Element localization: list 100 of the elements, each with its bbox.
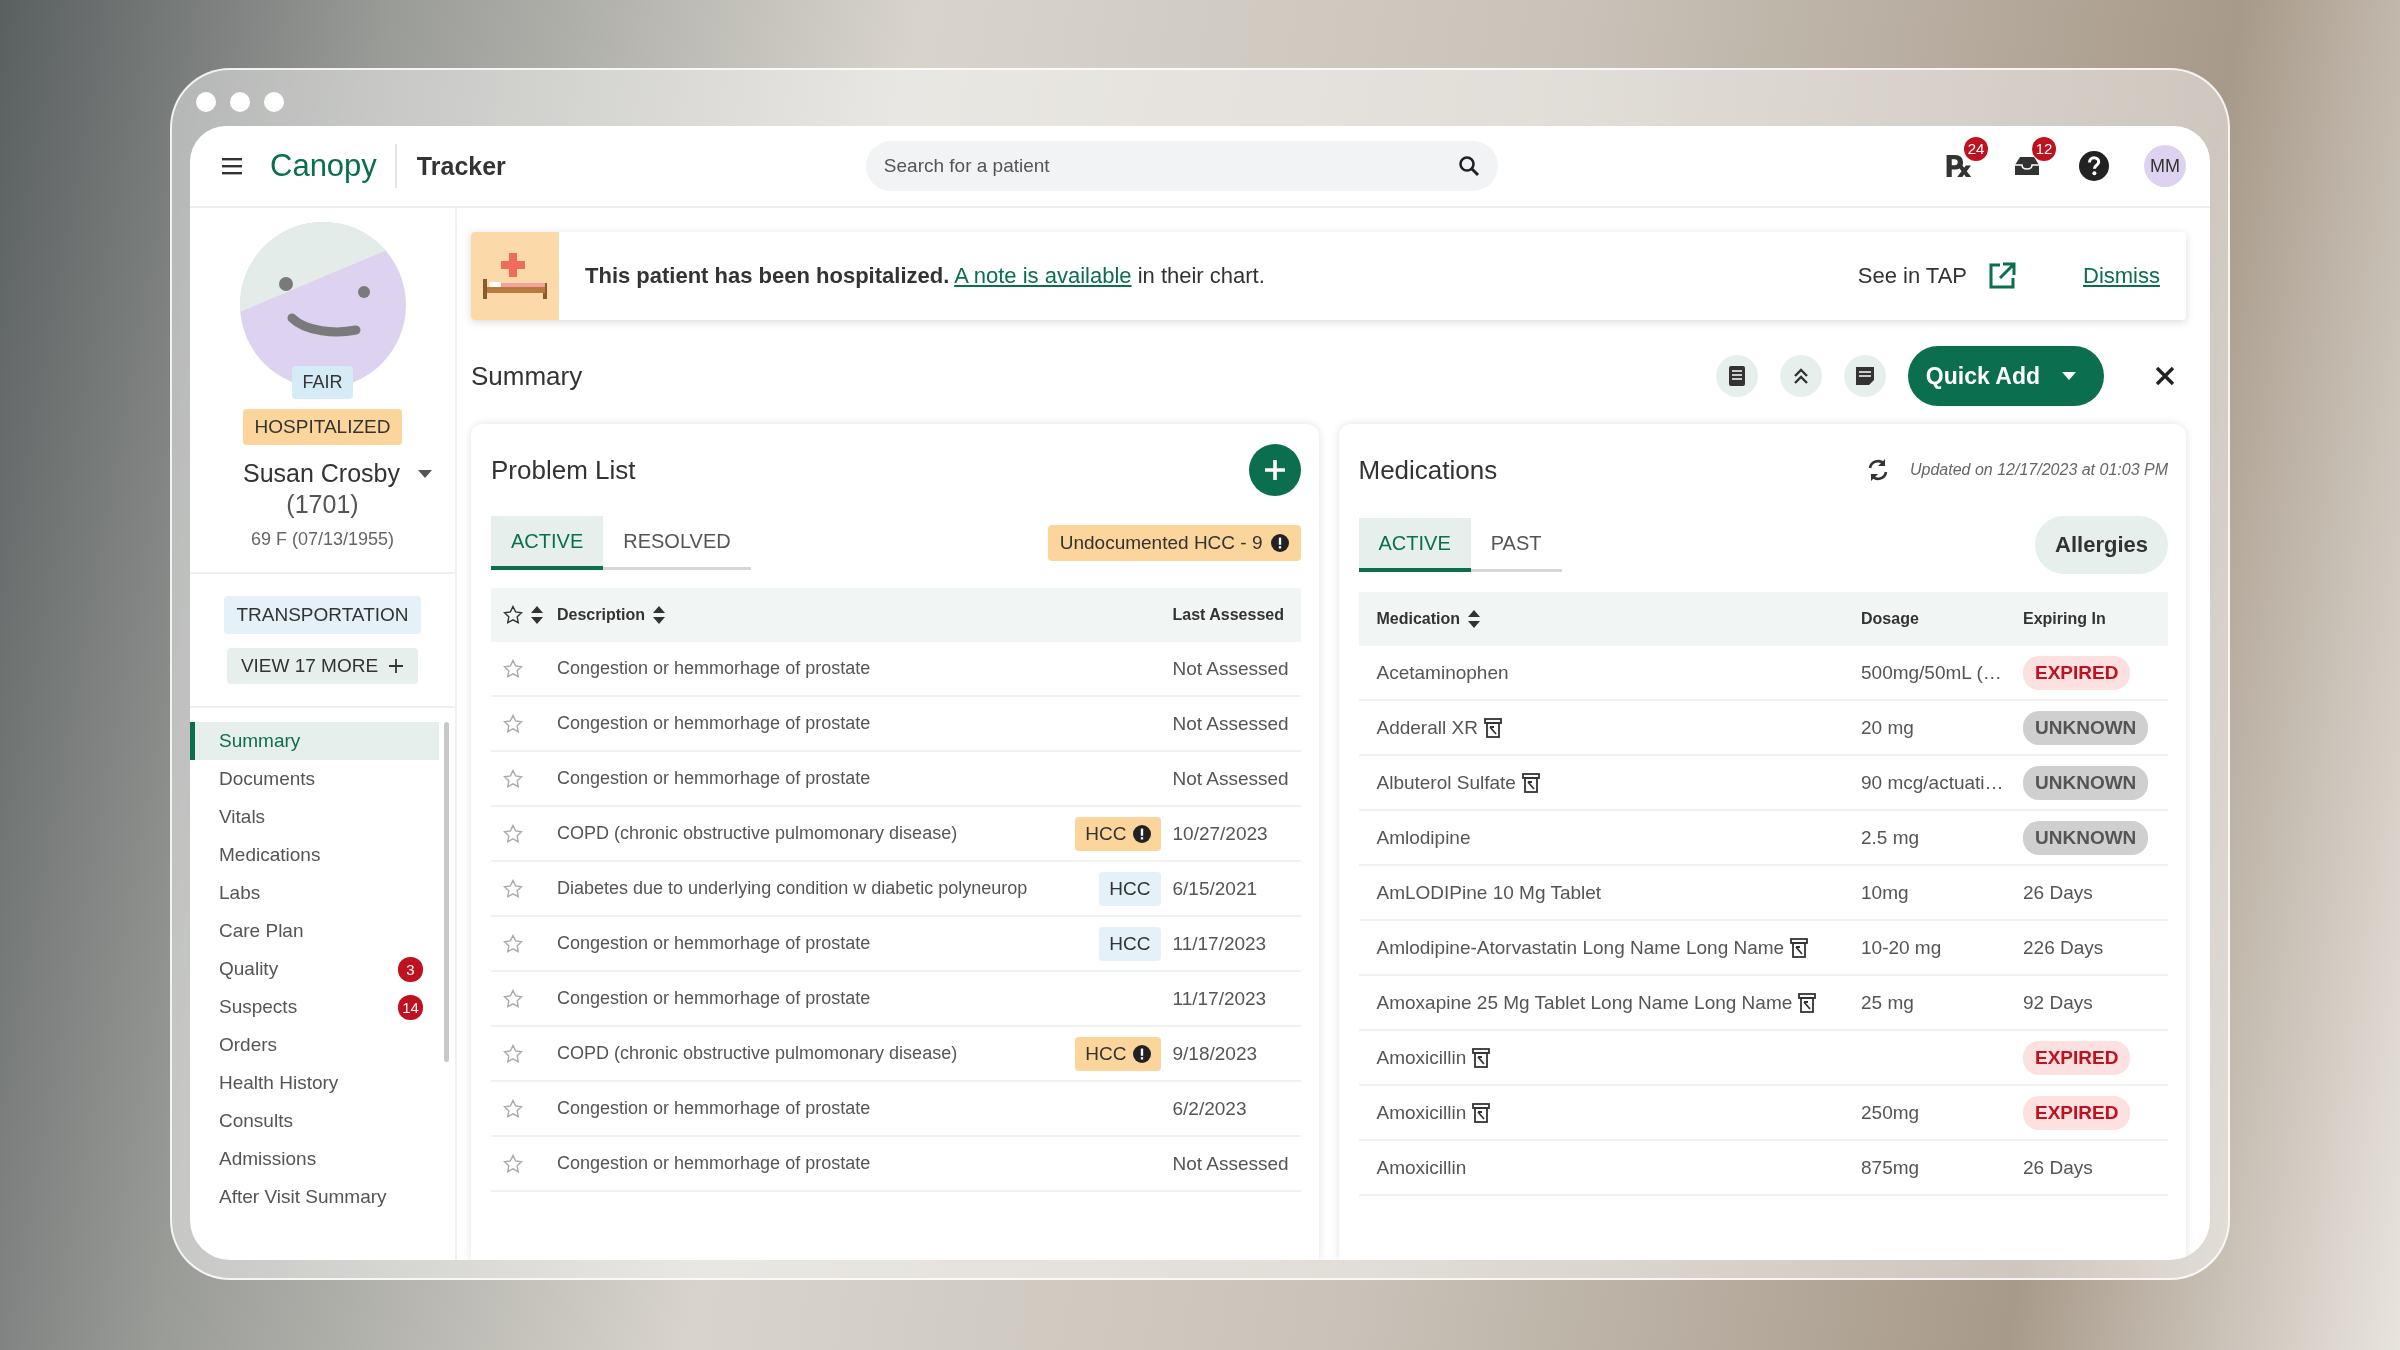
- table-cell-text: Congestion or hemmorhage of prostate: [557, 988, 872, 1009]
- table-cell-text: COPD (chronic obstructive pulmomonary disease): [557, 1043, 959, 1064]
- app-name: Canopy: [270, 144, 397, 188]
- count-badge: 3: [398, 956, 423, 982]
- table-cell: Amoxicillin: [1376, 1156, 1467, 1179]
- table-cell-text: 2.5 mg: [1861, 826, 1921, 849]
- star-icon[interactable]: [503, 1043, 523, 1064]
- quick-add-button[interactable]: Quick Add: [1907, 346, 2104, 406]
- health-status-tag: FAIR: [292, 366, 353, 399]
- expired-badge: EXPIRED: [2023, 1095, 2131, 1130]
- view-more-button[interactable]: VIEW 17 MORE: [226, 648, 419, 684]
- table-cell: Albuterol Sulfate: [1376, 771, 1516, 794]
- sort-icon[interactable]: [1468, 610, 1481, 628]
- star-icon[interactable]: [503, 988, 523, 1009]
- table-cell: Amlodipine: [1376, 826, 1471, 849]
- star-icon[interactable]: [503, 768, 523, 789]
- table-cell-text: 20 mg: [1861, 716, 1915, 739]
- refresh-icon[interactable]: [1866, 458, 1890, 482]
- scrollbar[interactable]: [444, 722, 449, 1062]
- table-cell-text: 11/17/2023: [1172, 932, 1268, 955]
- sidebar-item[interactable]: Medications: [190, 836, 439, 874]
- sidebar-item[interactable]: Health History: [190, 1064, 439, 1102]
- exclamation-icon: [1132, 824, 1151, 843]
- note-icon: [1853, 365, 1876, 387]
- tab[interactable]: RESOLVED: [603, 516, 751, 570]
- see-in-tap-button[interactable]: See in TAP: [1851, 260, 2023, 292]
- sidebar-item[interactable]: Consults: [190, 1102, 439, 1140]
- table-cell-text: 6/2/2023: [1172, 1097, 1248, 1120]
- summary-title: Summary: [471, 360, 583, 392]
- search-icon: [1457, 155, 1480, 177]
- patient-tag: TRANSPORTATION: [224, 596, 421, 634]
- sort-icon[interactable]: [531, 606, 543, 624]
- table-cell-text: Diabetes due to underlying condition w diabetic polyneurop: [557, 878, 1029, 899]
- sidebar-item[interactable]: Vitals: [190, 798, 439, 836]
- notes-button[interactable]: [1843, 355, 1886, 397]
- table-cell: Adderall XR: [1376, 716, 1478, 739]
- plus-icon: [388, 658, 405, 674]
- sidebar-item[interactable]: Orders: [190, 1026, 439, 1064]
- table-cell-text: 226 Days: [2023, 936, 2105, 959]
- star-icon[interactable]: [503, 933, 523, 954]
- tab[interactable]: ACTIVE: [491, 516, 604, 570]
- sort-icon[interactable]: [653, 606, 665, 624]
- star-icon[interactable]: [503, 605, 523, 625]
- sidebar-item[interactable]: Care Plan: [190, 912, 439, 950]
- star-icon[interactable]: [503, 658, 523, 679]
- star-icon[interactable]: [503, 878, 523, 899]
- caret-icon: [2062, 371, 2076, 381]
- sidebar-item[interactable]: Suspects 14: [190, 988, 439, 1026]
- sidebar-item[interactable]: Quality 3: [190, 950, 439, 988]
- table-cell-text: Not Assessed: [1172, 657, 1290, 680]
- table-cell-text: Congestion or hemmorhage of prostate: [557, 1153, 872, 1174]
- sidebar-item[interactable]: After Visit Summary: [190, 1178, 439, 1216]
- collapse-button[interactable]: [1779, 355, 1822, 397]
- allergies-button[interactable]: Allergies: [2035, 516, 2168, 574]
- table-cell-text: 10-20 mg: [1861, 936, 1943, 959]
- add-button[interactable]: [1248, 444, 1301, 496]
- table-cell-text: Congestion or hemmorhage of prostate: [557, 658, 872, 679]
- user-avatar[interactable]: MM: [2144, 145, 2186, 187]
- tab[interactable]: ACTIVE: [1358, 518, 1471, 572]
- dismiss-link[interactable]: Dismiss: [2083, 263, 2160, 289]
- star-icon[interactable]: [503, 1098, 523, 1119]
- unknown-badge: UNKNOWN: [2023, 710, 2149, 745]
- star-icon[interactable]: [503, 823, 523, 844]
- sidebar-item[interactable]: Admissions: [190, 1140, 439, 1178]
- patient-name: Susan Crosby: [243, 459, 400, 488]
- unknown-badge: UNKNOWN: [2023, 820, 2149, 855]
- help-icon[interactable]: [2078, 150, 2110, 182]
- sidebar-item[interactable]: Labs: [190, 874, 439, 912]
- panel-title: Medications: [1358, 454, 1498, 486]
- star-icon[interactable]: [503, 713, 523, 734]
- undocumented-hcc-alert[interactable]: Undocumented HCC - 9: [1047, 525, 1301, 561]
- table-cell-text: Congestion or hemmorhage of prostate: [557, 768, 872, 789]
- column-header[interactable]: Medication: [1376, 610, 1461, 628]
- document-button[interactable]: [1715, 355, 1758, 397]
- tab[interactable]: PAST: [1470, 518, 1562, 572]
- table-cell-text: Not Assessed: [1172, 1152, 1290, 1175]
- table-cell: AmLODIPine 10 Mg Tablet: [1376, 881, 1602, 904]
- expired-badge: EXPIRED: [2023, 1040, 2131, 1075]
- table-cell-text: 92 Days: [2023, 991, 2094, 1014]
- table-cell: Acetaminophen: [1376, 661, 1509, 684]
- sidebar-item[interactable]: Documents: [190, 760, 439, 798]
- sidebar-item[interactable]: Summary: [190, 722, 439, 760]
- hcc-tag: HCC: [1075, 1036, 1161, 1071]
- column-header: Dosage: [1861, 610, 1920, 628]
- external-link-icon: [1987, 261, 2017, 291]
- table-cell-text: 10mg: [1861, 881, 1910, 904]
- column-header[interactable]: Description: [557, 606, 645, 624]
- star-icon[interactable]: [503, 1153, 523, 1174]
- table-cell-text: 11/17/2023: [1172, 987, 1268, 1010]
- caret-icon[interactable]: [418, 468, 432, 479]
- hcc-tag: HCC: [1099, 871, 1161, 906]
- note-link[interactable]: A note is available: [954, 263, 1132, 288]
- close-icon[interactable]: [2154, 365, 2176, 387]
- plus-icon: [1262, 458, 1287, 482]
- patient-details: 69 F (07/13/1955): [250, 529, 395, 550]
- table-cell-text: Not Assessed: [1172, 712, 1290, 735]
- search-field[interactable]: Search for a patient: [865, 141, 1498, 191]
- table-cell-text: Congestion or hemmorhage of prostate: [557, 1098, 872, 1119]
- table-cell-text: Not Assessed: [1172, 767, 1290, 790]
- column-header: Last Assessed: [1172, 606, 1285, 624]
